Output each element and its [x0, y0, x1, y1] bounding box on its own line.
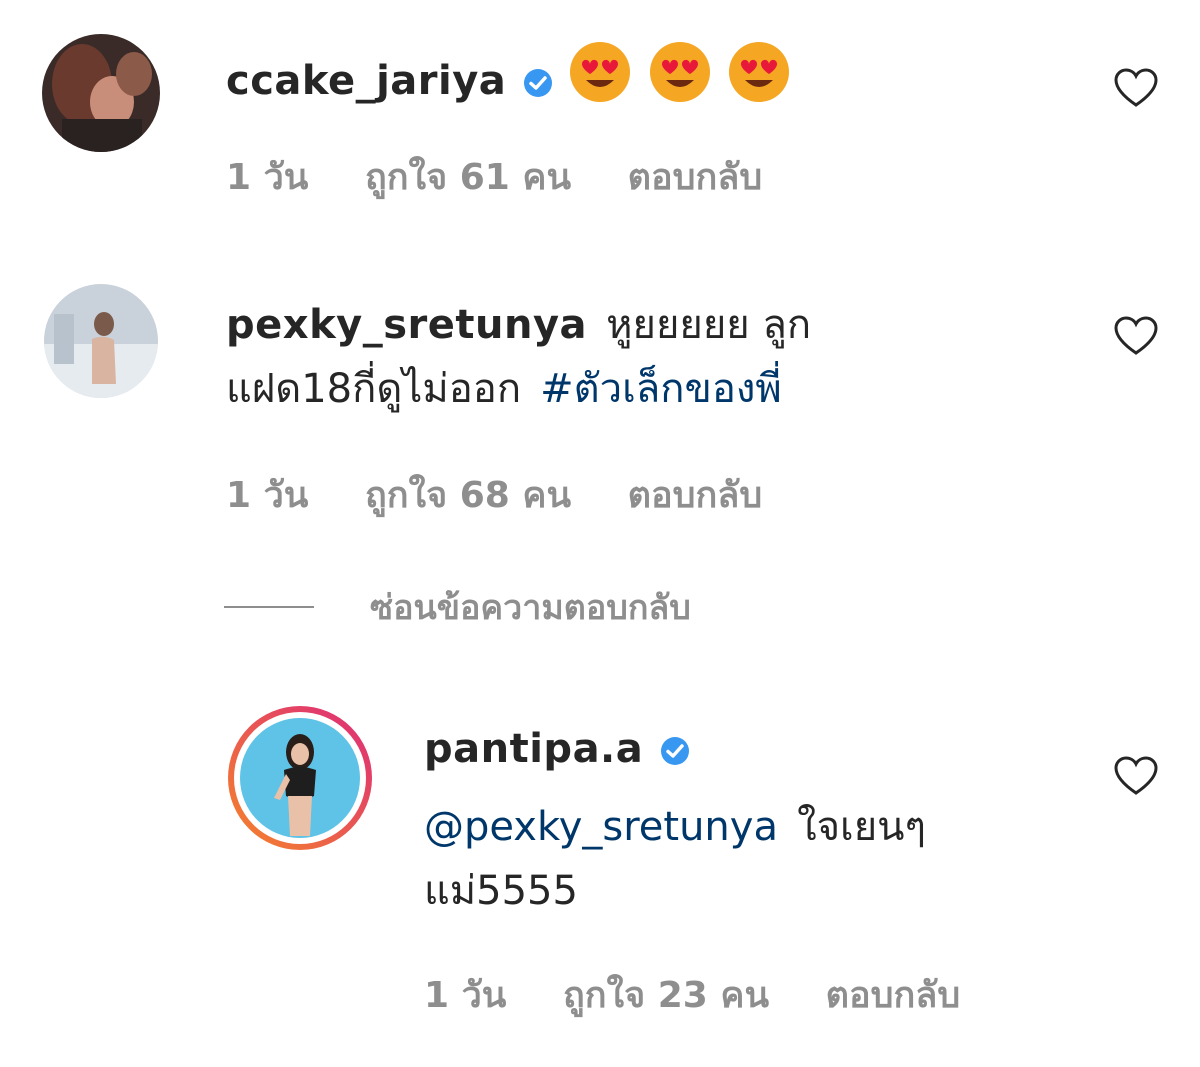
comment-meta: 1 วัน ถูกใจ 61 คน ตอบกลับ [226, 148, 806, 205]
heart-outline-icon[interactable] [1114, 316, 1158, 356]
hide-replies-button[interactable]: ซ่อนข้อความตอบกลับ [224, 582, 691, 632]
verified-badge-icon [660, 736, 690, 770]
reply-button[interactable]: ตอบกลับ [826, 975, 961, 1016]
heart-eyes-emoji [648, 40, 712, 108]
comment-likes[interactable]: ถูกใจ 61 คน [365, 157, 571, 198]
comment-text-line2: แม่5555 [424, 868, 578, 914]
comment-time: 1 วัน [424, 975, 507, 1016]
comment-meta: 1 วัน ถูกใจ 23 คน ตอบกลับ [424, 966, 1004, 1023]
mention-link[interactable]: @pexky_sretunya [424, 804, 778, 850]
heart-eyes-emoji [568, 40, 632, 108]
verified-badge-icon [523, 68, 553, 102]
comment-username[interactable]: pexky_sretunya [226, 302, 587, 348]
hashtag-link[interactable]: #ตัวเล็กของพี่ [540, 366, 782, 412]
hide-replies-label: ซ่อนข้อความตอบกลับ [370, 588, 691, 628]
comment-username[interactable]: pantipa.a [424, 726, 643, 772]
comment-time: 1 วัน [226, 157, 309, 198]
avatar-pantipa[interactable] [228, 706, 372, 850]
comment-username[interactable]: ccake_jariya [226, 58, 506, 104]
heart-outline-icon[interactable] [1114, 68, 1158, 108]
avatar-pexky[interactable] [44, 284, 158, 398]
reply-button[interactable]: ตอบกลับ [628, 157, 763, 198]
heart-eyes-emoji [727, 40, 791, 108]
divider [224, 606, 314, 608]
reply-button[interactable]: ตอบกลับ [628, 475, 763, 516]
comment-text: ใจเยนๆ [797, 804, 926, 850]
comment-likes[interactable]: ถูกใจ 68 คน [365, 475, 571, 516]
comment-meta: 1 วัน ถูกใจ 68 คน ตอบกลับ [226, 466, 806, 523]
comment-time: 1 วัน [226, 475, 309, 516]
avatar-ccake[interactable] [42, 34, 160, 152]
heart-outline-icon[interactable] [1114, 756, 1158, 796]
comment-text: หูยยยยย ลูก [606, 302, 812, 348]
comment-likes[interactable]: ถูกใจ 23 คน [563, 975, 769, 1016]
comment-text-line2: แฝด18กี่ดูไม่ออก [226, 366, 522, 412]
